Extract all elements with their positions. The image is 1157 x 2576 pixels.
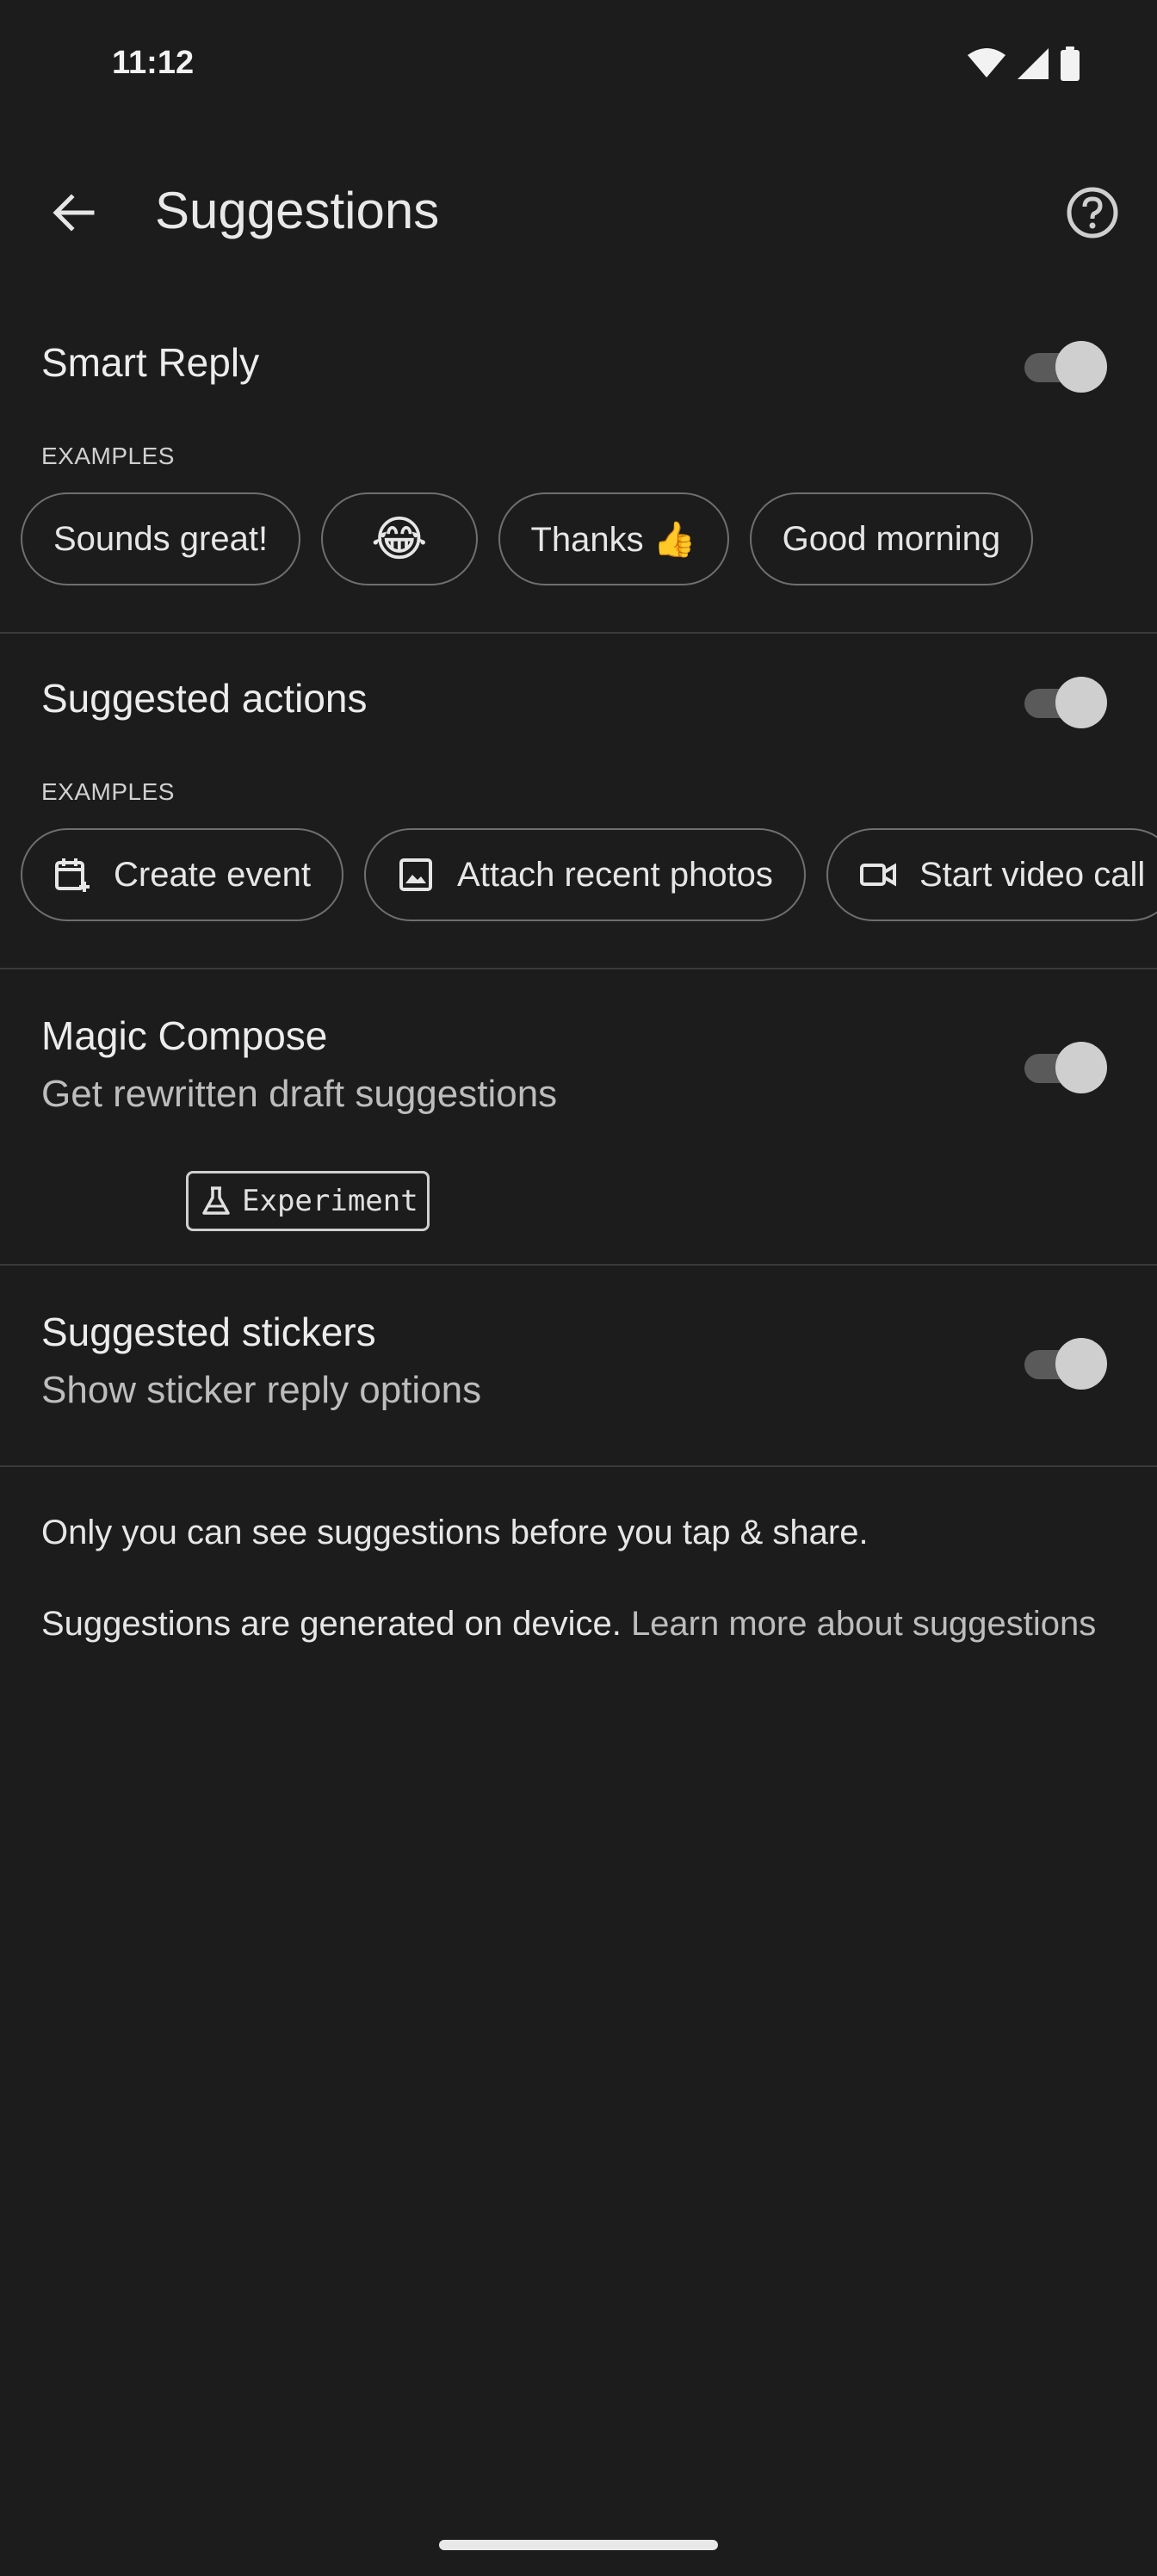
toggle-thumb	[1055, 1338, 1107, 1390]
smart-reply-toggle[interactable]	[1021, 341, 1107, 393]
smart-reply-chips: Sounds great! 😂 Thanks 👍 Good morning	[21, 492, 1034, 585]
smart-reply-title: Smart Reply	[41, 340, 260, 385]
smart-reply-chip[interactable]: Thanks 👍	[498, 492, 729, 585]
chip-label: Create event	[114, 855, 312, 894]
smart-reply-examples-label: EXAMPLES	[41, 443, 175, 469]
smart-reply-chip[interactable]: Good morning	[749, 492, 1034, 585]
videocam-icon	[859, 856, 897, 894]
suggested-actions-chips: Create event Attach recent photos Start …	[21, 828, 1157, 921]
signal-icon	[1018, 48, 1049, 84]
help-button[interactable]	[1054, 176, 1131, 253]
privacy-note: Only you can see suggestions before you …	[41, 1514, 869, 1551]
back-button[interactable]	[34, 176, 112, 253]
arrow-back-icon	[51, 190, 96, 239]
status-icons	[968, 46, 1080, 85]
toggle-thumb	[1055, 341, 1107, 393]
smart-reply-chip[interactable]: Sounds great!	[21, 492, 301, 585]
app-bar: Suggestions	[0, 164, 1157, 258]
calendar-add-icon	[53, 856, 91, 894]
magic-compose-toggle[interactable]	[1021, 1042, 1107, 1093]
suggested-actions-title: Suggested actions	[41, 676, 368, 721]
suggested-stickers-section: Suggested stickers Show sticker reply op…	[0, 1286, 1157, 1467]
divider	[0, 968, 1157, 969]
create-event-chip[interactable]: Create event	[21, 828, 344, 921]
smart-reply-chip[interactable]: 😂	[321, 492, 478, 585]
toggle-thumb	[1055, 1042, 1107, 1093]
divider	[0, 1465, 1157, 1467]
wifi-icon	[968, 48, 1005, 84]
magic-compose-subtitle: Get rewritten draft suggestions	[41, 1073, 558, 1115]
device-note-text: Suggestions are generated on device.	[41, 1605, 622, 1643]
emoji-laughing-icon: 😂	[371, 511, 428, 566]
magic-compose-title: Magic Compose	[41, 1013, 328, 1058]
home-indicator[interactable]	[439, 2540, 718, 2550]
toggle-thumb	[1055, 677, 1107, 728]
suggested-stickers-subtitle: Show sticker reply options	[41, 1369, 482, 1411]
suggested-actions-toggle[interactable]	[1021, 677, 1107, 728]
chip-label: Attach recent photos	[457, 855, 773, 894]
suggested-stickers-title: Suggested stickers	[41, 1310, 376, 1354]
image-icon	[397, 856, 435, 894]
magic-compose-section: Magic Compose Get rewritten draft sugges…	[0, 990, 1157, 1264]
suggested-actions-examples-label: EXAMPLES	[41, 778, 175, 805]
chip-label: Start video call	[919, 855, 1146, 894]
help-circle-icon	[1066, 186, 1119, 244]
suggestions-screen: 11:12 Suggestions Smart Reply EXAMPLES S…	[0, 0, 1157, 2576]
suggested-stickers-toggle[interactable]	[1021, 1338, 1107, 1390]
attach-photos-chip[interactable]: Attach recent photos	[364, 828, 806, 921]
device-note: Suggestions are generated on device. Lea…	[41, 1601, 1109, 1646]
flask-icon	[201, 1186, 232, 1217]
divider	[0, 1264, 1157, 1266]
experiment-label: Experiment	[242, 1184, 418, 1218]
experiment-badge: Experiment	[186, 1171, 430, 1231]
video-call-chip[interactable]: Start video call	[826, 828, 1157, 921]
smart-reply-section: Smart Reply EXAMPLES Sounds great! 😂 Tha…	[0, 319, 1157, 632]
battery-icon	[1061, 46, 1080, 85]
learn-more-link[interactable]: Learn more about suggestions	[631, 1605, 1096, 1643]
status-time: 11:12	[112, 45, 195, 81]
page-title: Suggestions	[155, 182, 440, 239]
status-bar: 11:12	[0, 0, 1157, 129]
divider	[0, 632, 1157, 634]
suggested-actions-section: Suggested actions EXAMPLES Create event	[0, 654, 1157, 968]
